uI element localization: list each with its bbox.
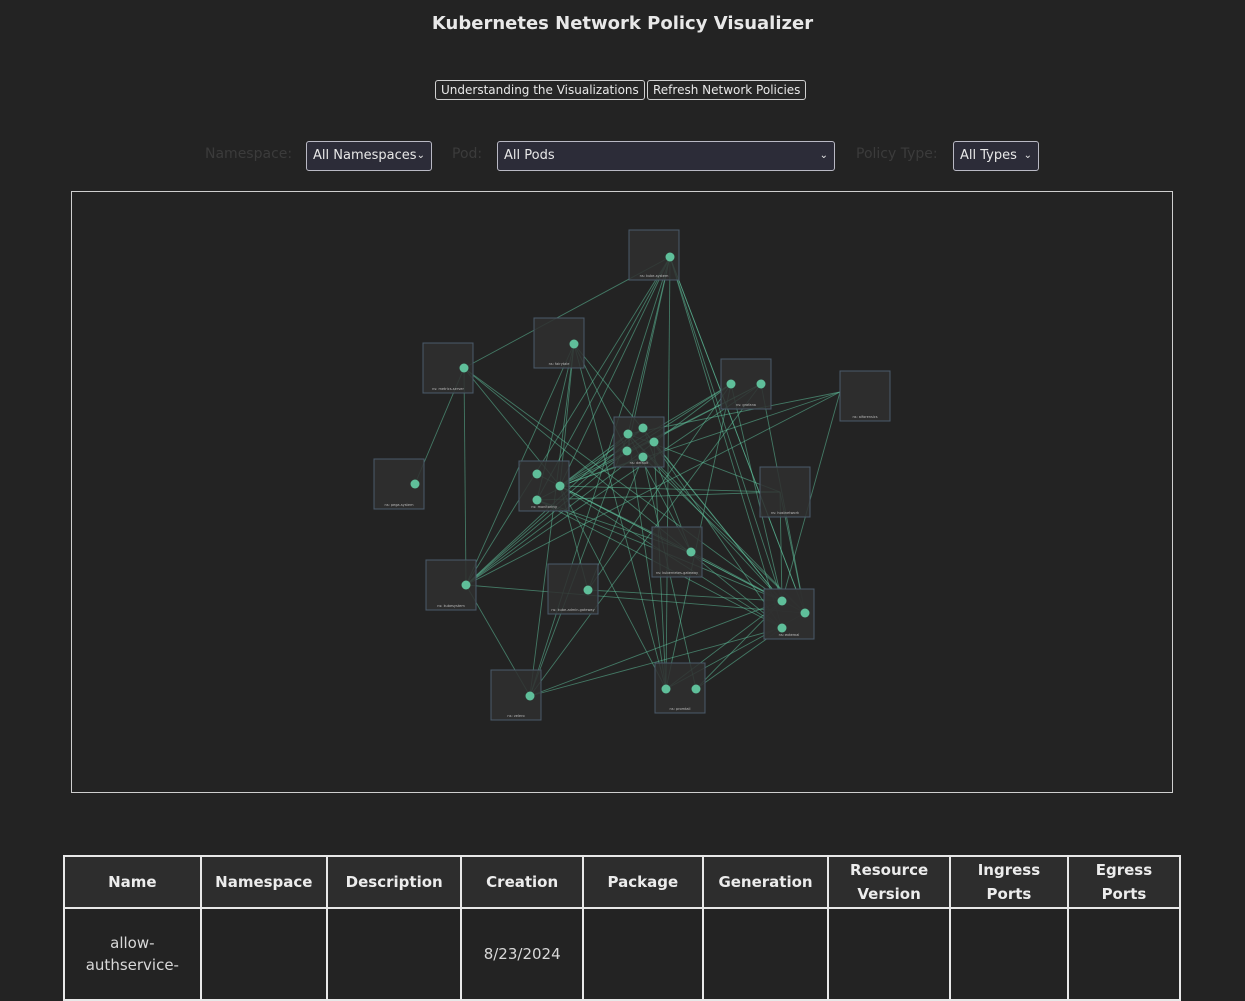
table-cell [581,907,704,1001]
namespace-group[interactable]: ns: aiforensics [839,370,891,422]
table-header-row: Name Namespace Description Creation Package G… [63,855,1182,909]
policy-type-select-value: All Types [960,148,1017,163]
namespace-select[interactable]: All Namespaces ⌄ [306,141,432,171]
pod-node[interactable] [638,423,648,433]
page-title: Kubernetes Network Policy Visualizer [431,13,814,34]
policy-type-filter-label: Policy Type: [856,146,938,162]
namespace-box[interactable] [839,370,891,422]
namespace-label: ns: kubernetes-gateway [656,571,698,575]
chevron-down-icon: ⌄ [1023,150,1032,161]
namespace-box[interactable] [759,466,811,518]
pod-node[interactable] [777,623,787,633]
pod-node[interactable] [686,547,696,557]
column-header[interactable]: Description [325,855,463,909]
column-header[interactable]: Name [63,855,202,909]
table-cell [1066,907,1182,1001]
table-cell: 8/23/2024 [460,907,584,1001]
pod-node[interactable] [532,469,542,479]
pod-node[interactable] [461,580,471,590]
namespace-label: ns: promtail [670,707,691,711]
policy-type-select[interactable]: All Types ⌄ [953,141,1039,171]
namespace-label: ns: external [779,633,800,637]
policy-edge [463,367,467,586]
pod-node[interactable] [756,379,766,389]
pod-filter-label: Pod: [452,146,483,162]
namespace-label: ns: monitoring [531,505,556,509]
pod-node[interactable] [649,437,659,447]
namespace-label: ns: metrics-server [432,387,464,391]
pod-node[interactable] [661,684,671,694]
namespace-label: ns: fairytale [549,362,570,366]
table-row[interactable]: allow-authservice- 8/23/2024 [63,907,1182,1001]
pod-select-value: All Pods [504,148,555,163]
pod-node[interactable] [622,446,632,456]
namespace-label: ns: velero [507,714,524,718]
namespace-group[interactable]: ns: hostnetwork [759,466,811,518]
namespace-label: ns: default [630,461,649,465]
network-graph-canvas[interactable]: ns: kube-system ns: fairytale ns: metrics-… [72,192,1172,792]
pod-node[interactable] [459,363,469,373]
pod-node[interactable] [665,252,675,262]
pod-node[interactable] [525,691,535,701]
namespace-filter-label: Namespace: [205,146,293,162]
chevron-down-icon: ⌄ [416,150,425,161]
column-header[interactable]: Egress Ports [1066,855,1182,909]
column-header[interactable]: Namespace [199,855,328,909]
namespace-label: ns: kubesystem [437,604,465,608]
policies-table: Name Namespace Description Creation Package G… [63,855,1182,1001]
column-header[interactable]: Creation [460,855,584,909]
table-body: allow-authservice- 8/23/2024 [63,907,1182,1001]
column-header[interactable]: Ingress Ports [948,855,1069,909]
pod-node[interactable] [623,429,633,439]
namespace-label: ns: kube-system [640,274,669,278]
table-cell [199,907,328,1001]
table-cell [325,907,463,1001]
network-graph[interactable]: ns: kube-system ns: fairytale ns: metrics-… [71,191,1173,793]
pod-node[interactable] [583,585,593,595]
chevron-down-icon: ⌄ [819,150,828,161]
pod-node[interactable] [638,452,648,462]
pod-node[interactable] [726,379,736,389]
pod-node[interactable] [777,596,787,606]
refresh-network-policies-button[interactable]: Refresh Network Policies [647,80,807,100]
namespace-select-value: All Namespaces [313,148,417,163]
pod-node[interactable] [691,684,701,694]
namespace-label: ns: kube-admin-gateway [551,608,594,612]
pod-node[interactable] [410,479,420,489]
column-header[interactable]: Package [581,855,704,909]
namespace-label: ns: pega-system [385,503,415,507]
pod-node[interactable] [800,608,810,618]
table-cell [827,907,951,1001]
policy-edge [465,383,762,586]
policy-edge [627,256,671,435]
column-header[interactable]: Resource Version [827,855,951,909]
pod-node[interactable] [569,339,579,349]
understanding-visualizations-button[interactable]: Understanding the Visualizations [435,80,645,100]
pod-node[interactable] [532,495,542,505]
pod-node[interactable] [555,481,565,491]
namespace-label: ns: aiforensics [852,415,877,419]
namespace-label: ns: hostnetwork [771,511,800,515]
table-cell [701,907,830,1001]
pod-select[interactable]: All Pods ⌄ [497,141,835,171]
table-cell [948,907,1069,1001]
namespace-label: ns: grafana [736,403,756,407]
table-cell: allow-authservice- [63,907,202,1001]
column-header[interactable]: Generation [701,855,830,909]
